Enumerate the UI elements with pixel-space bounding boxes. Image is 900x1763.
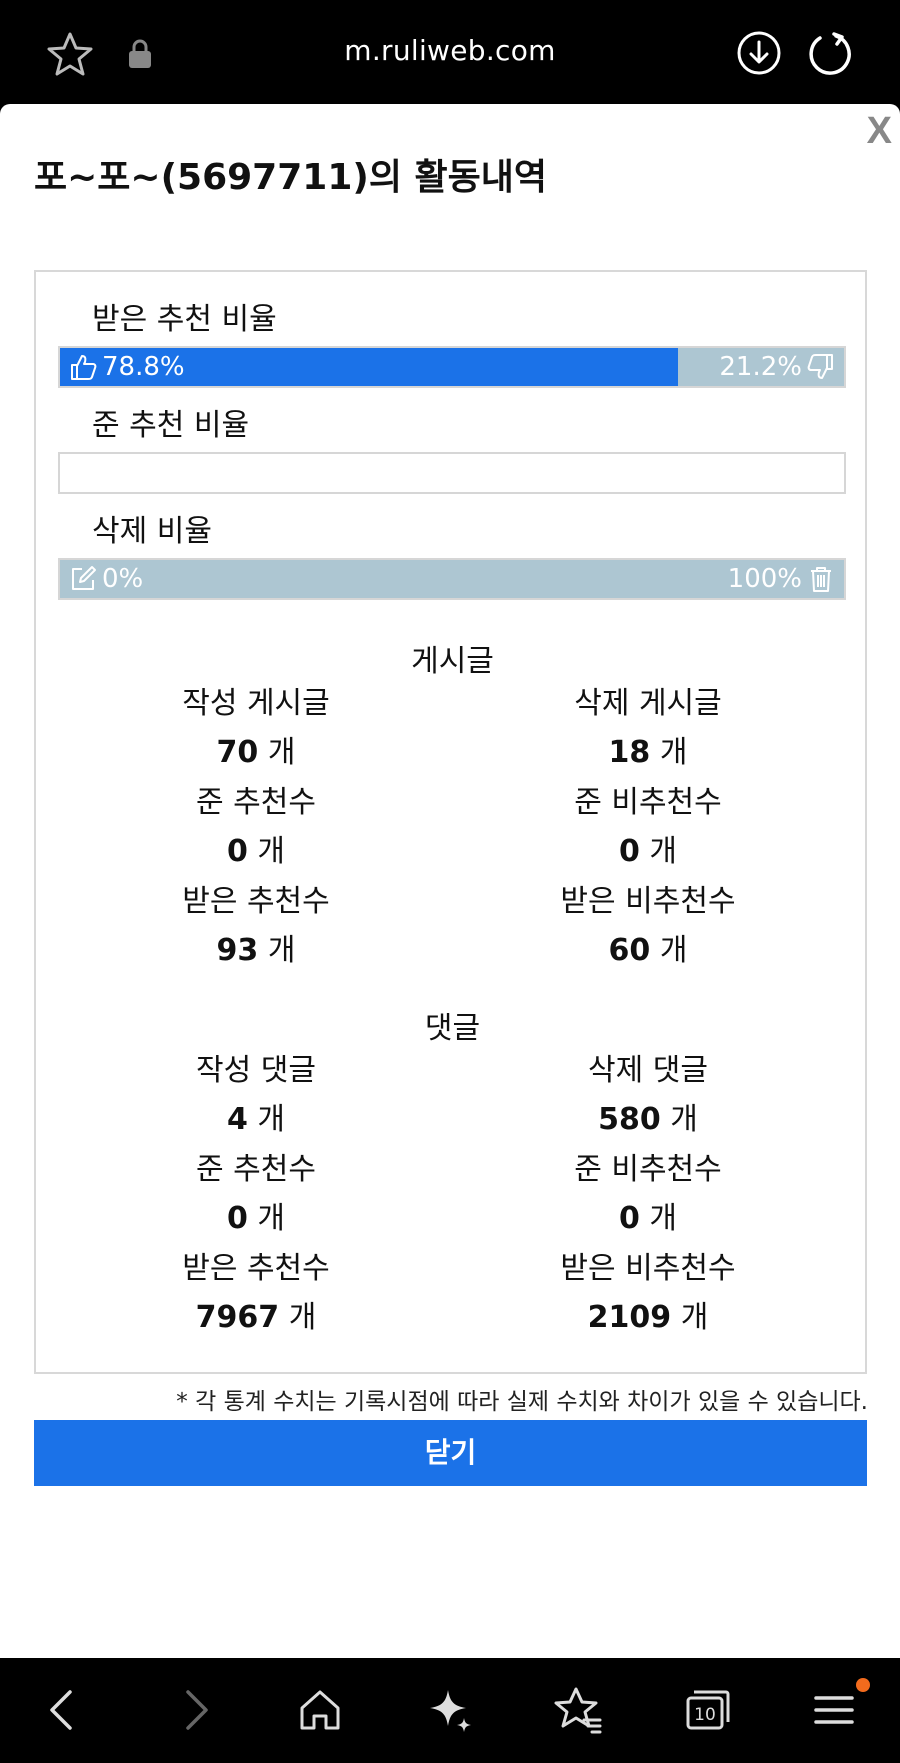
stat-number: 7967 bbox=[195, 1300, 280, 1335]
home-icon[interactable] bbox=[294, 1684, 346, 1736]
back-icon[interactable] bbox=[38, 1684, 90, 1736]
received-down-pct: 21.2% bbox=[719, 352, 802, 382]
stat-unit: 개 bbox=[267, 933, 296, 968]
activity-panel: 받은 추천 비율 78.8% 21.2% 준 추천 비율 삭제 비율 0% 10… bbox=[34, 270, 867, 1374]
received-ratio-bar: 78.8% 21.2% bbox=[58, 346, 846, 388]
stat-unit: 개 bbox=[659, 933, 688, 968]
stat-item: 삭제 게시글 18 개 bbox=[498, 684, 798, 773]
stat-value: 0 개 bbox=[498, 1199, 798, 1239]
bookmarks-icon[interactable] bbox=[552, 1684, 604, 1736]
stat-item: 삭제 댓글 580 개 bbox=[498, 1051, 798, 1140]
delete-deleted-pct: 100% bbox=[727, 564, 802, 594]
notification-dot bbox=[856, 1678, 870, 1692]
sparkle-icon[interactable] bbox=[424, 1684, 476, 1736]
stat-number: 70 bbox=[216, 735, 259, 770]
thumbs-up-icon bbox=[71, 355, 97, 380]
stat-label: 받은 비추천수 bbox=[560, 884, 736, 919]
stat-unit: 개 bbox=[649, 1201, 678, 1236]
stat-label: 받은 추천수 bbox=[182, 884, 330, 919]
stat-label: 받은 비추천수 bbox=[560, 1251, 736, 1286]
stat-unit: 개 bbox=[257, 834, 286, 869]
stat-unit: 개 bbox=[267, 735, 296, 770]
received-up-text: 78.8% bbox=[68, 352, 185, 382]
stat-item: 준 추천수 0 개 bbox=[106, 783, 406, 872]
delete-kept-text: 0% bbox=[68, 564, 143, 594]
stat-value: 2109 개 bbox=[498, 1298, 798, 1338]
stat-number: 93 bbox=[216, 933, 259, 968]
stat-value: 0 개 bbox=[106, 832, 406, 872]
stat-label: 준 비추천수 bbox=[574, 1152, 722, 1187]
delete-ratio-bar: 0% 100% bbox=[58, 558, 846, 600]
stat-number: 0 bbox=[226, 1201, 248, 1236]
reload-icon[interactable] bbox=[806, 30, 852, 76]
stat-label: 준 추천수 bbox=[196, 1152, 316, 1187]
stat-item: 작성 댓글 4 개 bbox=[106, 1051, 406, 1140]
tab-count: 10 bbox=[694, 1705, 716, 1725]
stat-value: 70 개 bbox=[106, 733, 406, 773]
stat-number: 4 bbox=[226, 1102, 248, 1137]
close-x-button[interactable]: X bbox=[867, 110, 892, 153]
tabs-icon[interactable]: 10 bbox=[682, 1684, 734, 1736]
stat-item: 작성 게시글 70 개 bbox=[106, 684, 406, 773]
stat-value: 0 개 bbox=[106, 1199, 406, 1239]
stat-label: 작성 게시글 bbox=[182, 686, 330, 721]
stat-number: 0 bbox=[226, 834, 248, 869]
comments-section-header: 댓글 bbox=[424, 1011, 481, 1046]
stat-label: 작성 댓글 bbox=[196, 1053, 316, 1088]
stat-number: 18 bbox=[608, 735, 651, 770]
delete-deleted-text: 100% bbox=[728, 564, 836, 594]
thumbs-down-icon bbox=[807, 354, 833, 379]
forward-icon[interactable] bbox=[168, 1684, 220, 1736]
stat-number: 0 bbox=[618, 834, 640, 869]
browser-top-bar: m.ruliweb.com bbox=[0, 0, 900, 104]
menu-icon[interactable] bbox=[808, 1684, 860, 1736]
stat-number: 0 bbox=[618, 1201, 640, 1236]
stat-number: 2109 bbox=[587, 1300, 672, 1335]
stat-item: 받은 비추천수 2109 개 bbox=[498, 1249, 798, 1338]
stat-unit: 개 bbox=[649, 834, 678, 869]
stat-item: 받은 비추천수 60 개 bbox=[498, 882, 798, 971]
received-up-pct: 78.8% bbox=[102, 352, 185, 382]
given-ratio-label: 준 추천 비율 bbox=[92, 408, 250, 443]
stat-value: 4 개 bbox=[106, 1100, 406, 1140]
stat-label: 받은 추천수 bbox=[182, 1251, 330, 1286]
stat-value: 7967 개 bbox=[106, 1298, 406, 1338]
posts-section-header: 게시글 bbox=[411, 644, 494, 679]
activity-modal: X 포~포~(5697711)의 활동내역 받은 추천 비율 78.8% 21.… bbox=[0, 104, 900, 1658]
received-down-text: 21.2% bbox=[719, 352, 836, 382]
stat-number: 60 bbox=[608, 933, 651, 968]
close-button[interactable]: 닫기 bbox=[34, 1420, 867, 1486]
stat-label: 준 추천수 bbox=[196, 785, 316, 820]
stat-unit: 개 bbox=[288, 1300, 317, 1335]
stat-value: 93 개 bbox=[106, 931, 406, 971]
received-ratio-label: 받은 추천 비율 bbox=[92, 302, 277, 337]
stat-unit: 개 bbox=[659, 735, 688, 770]
delete-ratio-label: 삭제 비율 bbox=[92, 514, 212, 549]
stat-number: 580 bbox=[598, 1102, 661, 1137]
stat-unit: 개 bbox=[680, 1300, 709, 1335]
stat-value: 0 개 bbox=[498, 832, 798, 872]
trash-icon bbox=[811, 567, 831, 592]
stat-value: 60 개 bbox=[498, 931, 798, 971]
stat-label: 삭제 댓글 bbox=[588, 1053, 708, 1088]
stat-value: 580 개 bbox=[498, 1100, 798, 1140]
browser-bottom-bar: 10 bbox=[0, 1658, 900, 1763]
stat-item: 준 비추천수 0 개 bbox=[498, 1150, 798, 1239]
stat-item: 준 비추천수 0 개 bbox=[498, 783, 798, 872]
given-ratio-bar bbox=[58, 452, 846, 494]
stat-label: 준 비추천수 bbox=[574, 785, 722, 820]
modal-title: 포~포~(5697711)의 활동내역 bbox=[34, 157, 547, 198]
stat-unit: 개 bbox=[257, 1102, 286, 1137]
delete-kept-pct: 0% bbox=[102, 564, 144, 594]
stat-unit: 개 bbox=[257, 1201, 286, 1236]
stat-label: 삭제 게시글 bbox=[574, 686, 722, 721]
stat-item: 받은 추천수 93 개 bbox=[106, 882, 406, 971]
stat-unit: 개 bbox=[670, 1102, 698, 1137]
stat-item: 준 추천수 0 개 bbox=[106, 1150, 406, 1239]
stats-disclaimer: * 각 통계 수치는 기록시점에 따라 실제 수치와 차이가 있을 수 있습니다… bbox=[176, 1389, 868, 1415]
download-icon[interactable] bbox=[736, 30, 782, 76]
stat-value: 18 개 bbox=[498, 733, 798, 773]
edit-icon bbox=[72, 566, 96, 590]
stat-item: 받은 추천수 7967 개 bbox=[106, 1249, 406, 1338]
